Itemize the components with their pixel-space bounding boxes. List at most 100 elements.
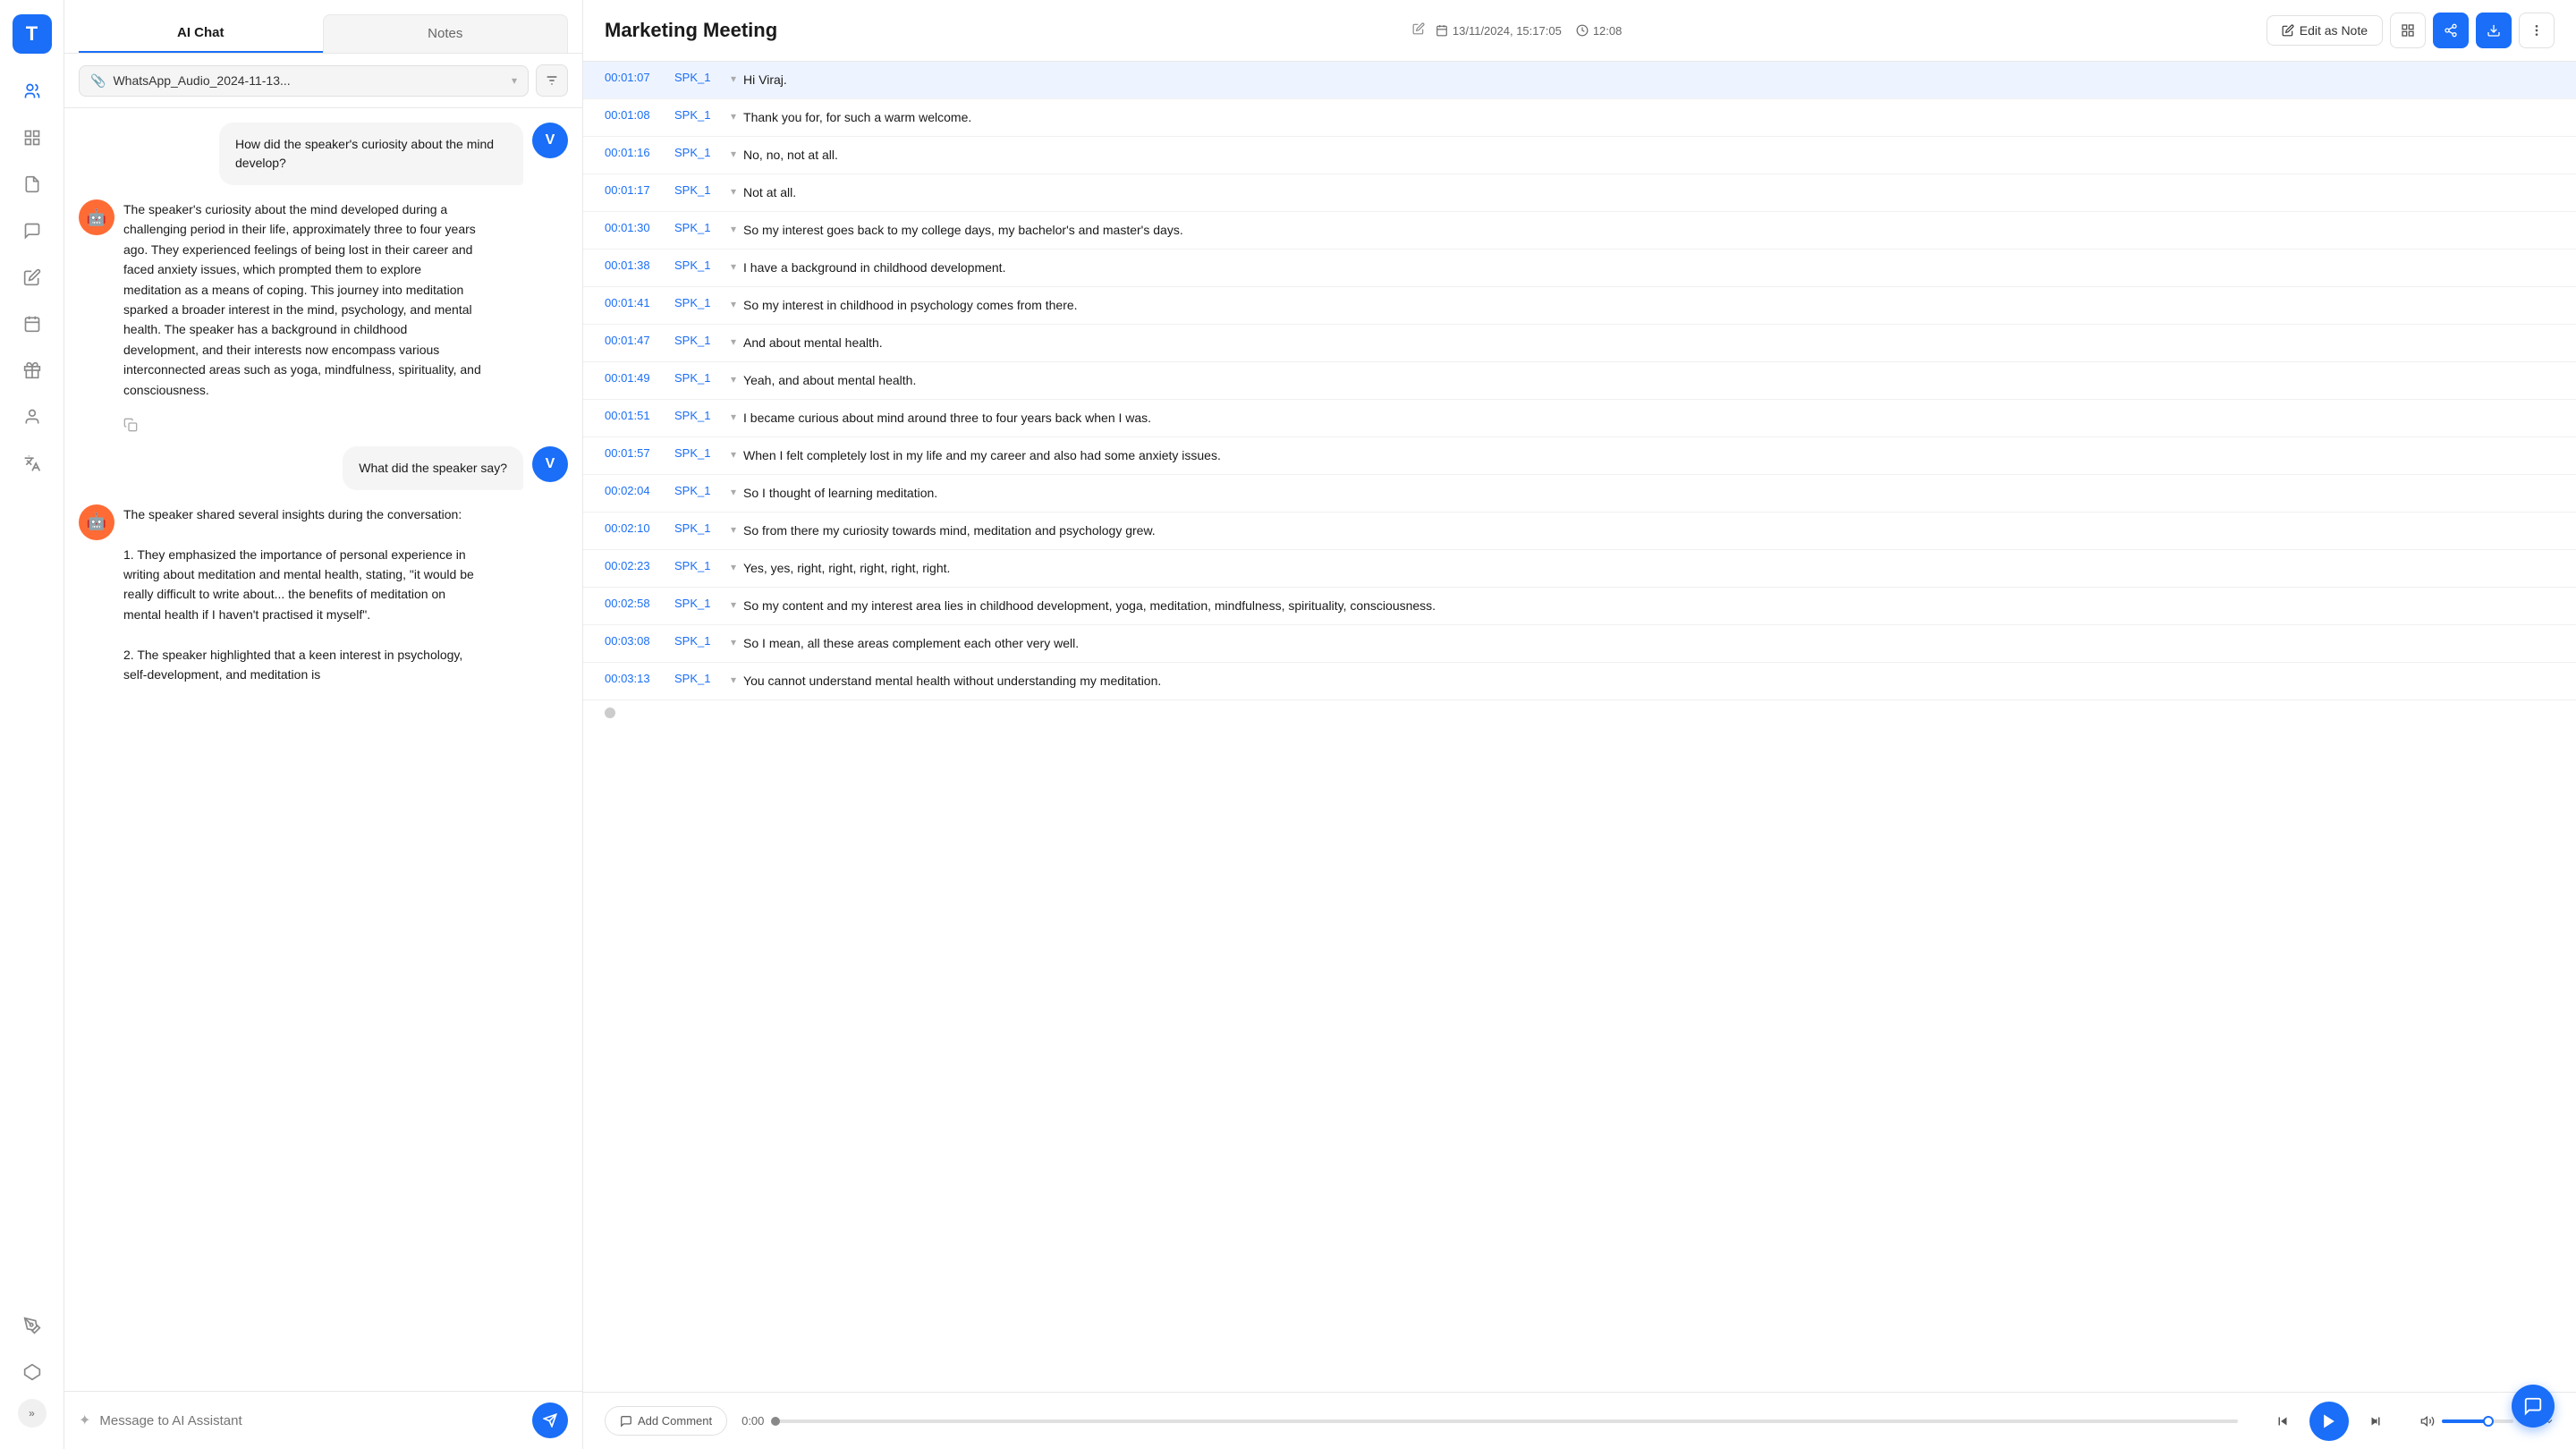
volume-knob[interactable] bbox=[2483, 1416, 2494, 1427]
download-button[interactable] bbox=[2476, 13, 2512, 48]
skip-forward-button[interactable] bbox=[2360, 1405, 2392, 1437]
speaker-6: SPK_1 bbox=[674, 296, 724, 309]
transcript-row-14[interactable]: 00:02:58 SPK_1 ▾ So my content and my in… bbox=[583, 588, 2576, 625]
share-button[interactable] bbox=[2433, 13, 2469, 48]
text-16: You cannot understand mental health with… bbox=[743, 672, 2555, 691]
transcript-row-11[interactable]: 00:02:04 SPK_1 ▾ So I thought of learnin… bbox=[583, 475, 2576, 513]
text-10: When I felt completely lost in my life a… bbox=[743, 446, 2555, 465]
ai-bubble-1: The speaker's curiosity about the mind d… bbox=[123, 199, 481, 400]
timestamp-16: 00:03:13 bbox=[605, 672, 667, 685]
sidebar-item-translate[interactable] bbox=[13, 444, 52, 483]
text-1: Thank you for, for such a warm welcome. bbox=[743, 108, 2555, 127]
speaker-2: SPK_1 bbox=[674, 146, 724, 159]
timestamp-13: 00:02:23 bbox=[605, 559, 667, 572]
chevron-13: ▾ bbox=[731, 561, 736, 573]
support-icon bbox=[2523, 1396, 2543, 1416]
sidebar-item-grid[interactable] bbox=[13, 118, 52, 157]
speaker-8: SPK_1 bbox=[674, 371, 724, 385]
chevron-14: ▾ bbox=[731, 598, 736, 611]
add-comment-button[interactable]: Add Comment bbox=[605, 1406, 727, 1436]
speaker-15: SPK_1 bbox=[674, 634, 724, 648]
attachment-icon: 📎 bbox=[90, 73, 106, 89]
more-options-button[interactable] bbox=[2519, 13, 2555, 48]
chat-input[interactable] bbox=[99, 1413, 523, 1428]
copy-button-1[interactable] bbox=[123, 418, 568, 432]
edit-icon bbox=[2282, 24, 2294, 37]
text-4: So my interest goes back to my college d… bbox=[743, 221, 2555, 240]
player-controls bbox=[2267, 1402, 2392, 1441]
speaker-5: SPK_1 bbox=[674, 258, 724, 272]
chevron-7: ▾ bbox=[731, 335, 736, 348]
comment-icon bbox=[620, 1415, 632, 1428]
transcript-row-13[interactable]: 00:02:23 SPK_1 ▾ Yes, yes, right, right,… bbox=[583, 550, 2576, 588]
transcript-row-0[interactable]: 00:01:07 SPK_1 ▾ Hi Viraj. bbox=[583, 62, 2576, 99]
duration-meta: 12:08 bbox=[1576, 24, 1623, 38]
volume-icon bbox=[2420, 1414, 2435, 1428]
timestamp-3: 00:01:17 bbox=[605, 183, 667, 197]
send-button[interactable] bbox=[532, 1402, 568, 1438]
skip-back-button[interactable] bbox=[2267, 1405, 2299, 1437]
transcript-row-6[interactable]: 00:01:41 SPK_1 ▾ So my interest in child… bbox=[583, 287, 2576, 325]
edit-note-button[interactable]: Edit as Note bbox=[2267, 15, 2383, 46]
chevron-8: ▾ bbox=[731, 373, 736, 386]
sidebar-item-calendar[interactable] bbox=[13, 304, 52, 343]
tab-ai-chat[interactable]: AI Chat bbox=[79, 14, 323, 53]
text-9: I became curious about mind around three… bbox=[743, 409, 2555, 428]
sidebar-item-edit[interactable] bbox=[13, 258, 52, 297]
chevron-5: ▾ bbox=[731, 260, 736, 273]
date-meta: 13/11/2024, 15:17:05 bbox=[1436, 24, 1562, 38]
sidebar-item-pen[interactable] bbox=[13, 1306, 52, 1345]
transcript-row-15[interactable]: 00:03:08 SPK_1 ▾ So I mean, all these ar… bbox=[583, 625, 2576, 663]
file-selector[interactable]: 📎 WhatsApp_Audio_2024-11-13... ▾ bbox=[79, 65, 529, 97]
sidebar-item-chat[interactable] bbox=[13, 211, 52, 250]
right-panel: Marketing Meeting 13/11/2024, 15:17:05 1… bbox=[583, 0, 2576, 1449]
chevron-3: ▾ bbox=[731, 185, 736, 198]
text-8: Yeah, and about mental health. bbox=[743, 371, 2555, 390]
tab-bar: AI Chat Notes bbox=[64, 0, 582, 54]
transcript-row-9[interactable]: 00:01:51 SPK_1 ▾ I became curious about … bbox=[583, 400, 2576, 437]
volume-area bbox=[2420, 1414, 2513, 1428]
title-edit-icon[interactable] bbox=[1412, 22, 1425, 39]
scroll-indicator bbox=[605, 708, 615, 718]
sidebar-item-diamond[interactable] bbox=[13, 1352, 52, 1392]
volume-slider[interactable] bbox=[2442, 1419, 2513, 1423]
text-6: So my interest in childhood in psycholog… bbox=[743, 296, 2555, 315]
sidebar-item-person[interactable] bbox=[13, 397, 52, 436]
transcript-row-12[interactable]: 00:02:10 SPK_1 ▾ So from there my curios… bbox=[583, 513, 2576, 550]
transcript-row-5[interactable]: 00:01:38 SPK_1 ▾ I have a background in … bbox=[583, 250, 2576, 287]
speaker-7: SPK_1 bbox=[674, 334, 724, 347]
layout-button[interactable] bbox=[2390, 13, 2426, 48]
left-panel: AI Chat Notes 📎 WhatsApp_Audio_2024-11-1… bbox=[64, 0, 583, 1449]
transcript-row-7[interactable]: 00:01:47 SPK_1 ▾ And about mental health… bbox=[583, 325, 2576, 362]
transcript-row-3[interactable]: 00:01:17 SPK_1 ▾ Not at all. bbox=[583, 174, 2576, 212]
ai-message-2: 🤖 The speaker shared several insights du… bbox=[79, 504, 568, 685]
user-message-2: What did the speaker say? V bbox=[79, 446, 568, 490]
tab-notes[interactable]: Notes bbox=[323, 14, 569, 53]
transcript-row-4[interactable]: 00:01:30 SPK_1 ▾ So my interest goes bac… bbox=[583, 212, 2576, 250]
filter-icon[interactable] bbox=[536, 64, 568, 97]
timestamp-11: 00:02:04 bbox=[605, 484, 667, 497]
text-12: So from there my curiosity towards mind,… bbox=[743, 521, 2555, 540]
sidebar: T » bbox=[0, 0, 64, 1449]
transcript-row-1[interactable]: 00:01:08 SPK_1 ▾ Thank you for, for such… bbox=[583, 99, 2576, 137]
play-button[interactable] bbox=[2309, 1402, 2349, 1441]
chevron-1: ▾ bbox=[731, 110, 736, 123]
sidebar-item-users[interactable] bbox=[13, 72, 52, 111]
transcript-row-10[interactable]: 00:01:57 SPK_1 ▾ When I felt completely … bbox=[583, 437, 2576, 475]
sidebar-item-gift[interactable] bbox=[13, 351, 52, 390]
timestamp-5: 00:01:38 bbox=[605, 258, 667, 272]
transcript-area: 00:01:07 SPK_1 ▾ Hi Viraj. 00:01:08 SPK_… bbox=[583, 62, 2576, 1392]
progress-track[interactable] bbox=[771, 1419, 2238, 1423]
ai-bubble-2-text: The speaker shared several insights duri… bbox=[123, 507, 474, 682]
transcript-row-8[interactable]: 00:01:49 SPK_1 ▾ Yeah, and about mental … bbox=[583, 362, 2576, 400]
timestamp-14: 00:02:58 bbox=[605, 597, 667, 610]
speaker-10: SPK_1 bbox=[674, 446, 724, 460]
speaker-13: SPK_1 bbox=[674, 559, 724, 572]
user-avatar-1: V bbox=[532, 123, 568, 158]
sidebar-item-documents[interactable] bbox=[13, 165, 52, 204]
top-bar-actions: Edit as Note bbox=[2267, 13, 2555, 48]
transcript-row-2[interactable]: 00:01:16 SPK_1 ▾ No, no, not at all. bbox=[583, 137, 2576, 174]
support-bubble[interactable] bbox=[2512, 1385, 2555, 1428]
transcript-row-16[interactable]: 00:03:13 SPK_1 ▾ You cannot understand m… bbox=[583, 663, 2576, 700]
sidebar-expand-button[interactable]: » bbox=[18, 1399, 47, 1428]
